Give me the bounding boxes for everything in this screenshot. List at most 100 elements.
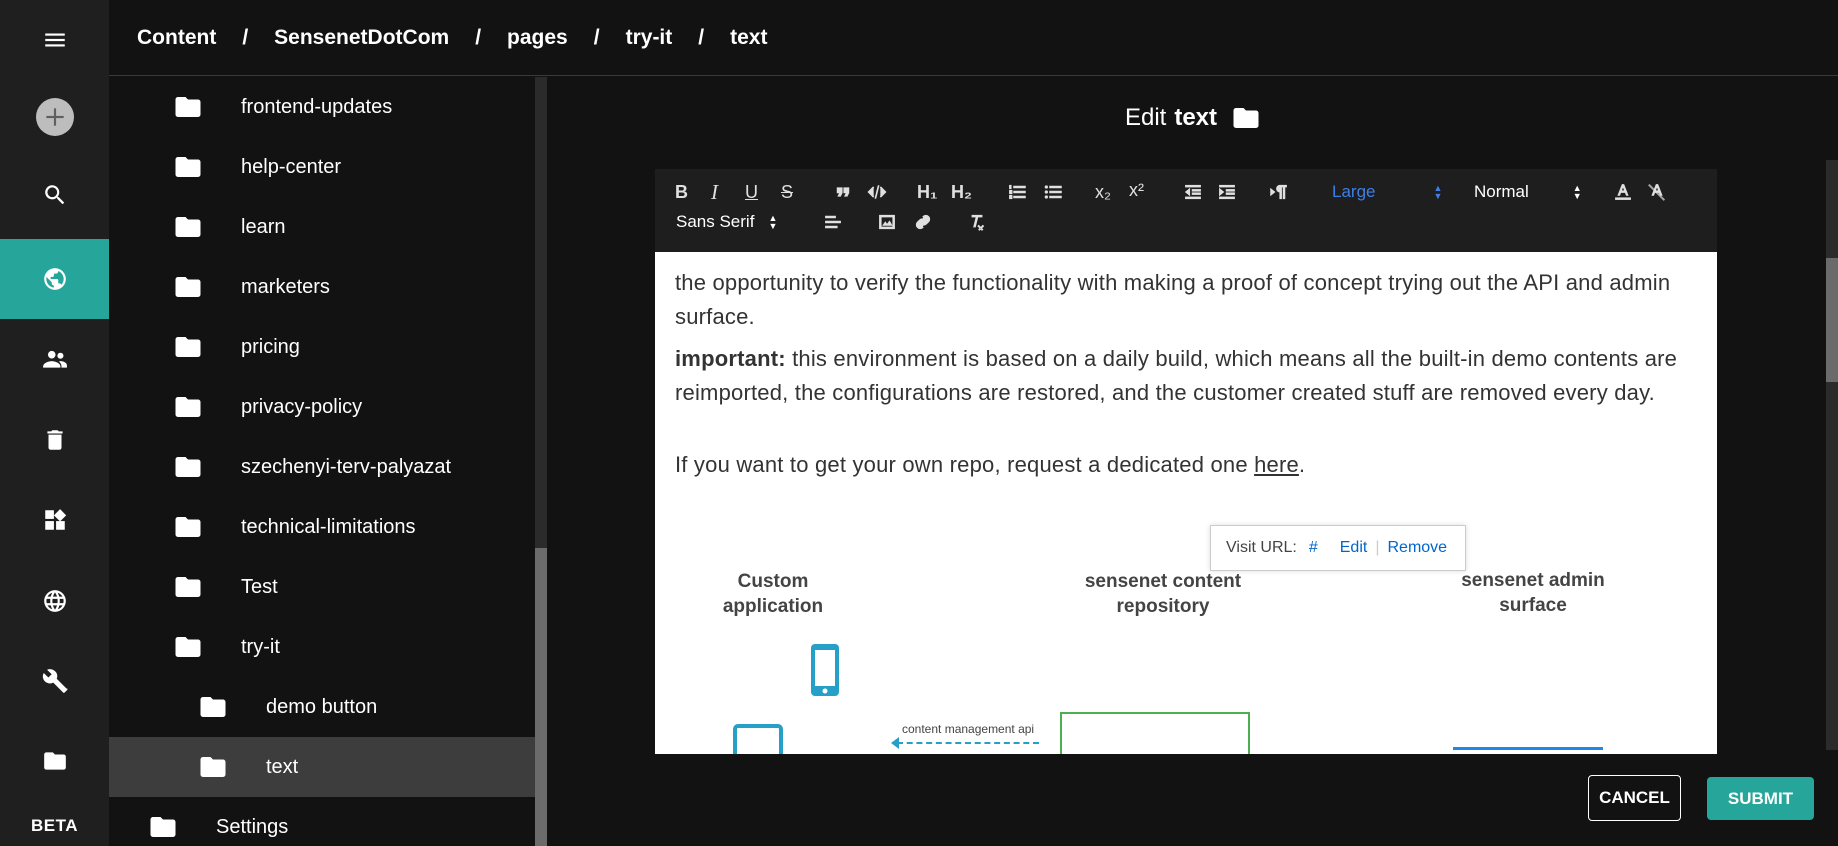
- tree-item[interactable]: demo button: [109, 677, 535, 737]
- here-link[interactable]: here: [1254, 452, 1299, 477]
- tree-item[interactable]: szechenyi-terv-palyazat: [109, 437, 535, 497]
- tree-item-label: help-center: [241, 155, 342, 178]
- users-icon[interactable]: [0, 319, 109, 399]
- font-select[interactable]: Sans Serif ▲ ▼: [676, 209, 777, 235]
- tree-item[interactable]: pricing: [109, 317, 535, 377]
- tree-item-selected[interactable]: text: [109, 737, 535, 797]
- tree-item-label: Settings: [216, 815, 289, 838]
- breadcrumb-item-pages[interactable]: pages: [507, 26, 568, 50]
- dashboard-icon[interactable]: [0, 480, 109, 560]
- remove-link-button[interactable]: Remove: [1387, 531, 1447, 565]
- strikethrough-button[interactable]: S: [781, 179, 793, 205]
- size-select-value: Large: [1332, 182, 1376, 201]
- tree-item-label: try-it: [241, 635, 280, 658]
- diagram-label-line: repository: [1116, 596, 1210, 617]
- folder-icon: [175, 577, 201, 597]
- tree-item-label: marketers: [241, 275, 330, 298]
- breadcrumb-item-content[interactable]: Content: [137, 26, 216, 50]
- repo-text: If you want to get your own repo, reques…: [675, 452, 1255, 477]
- diagram-connector: [897, 742, 1039, 744]
- folder-icon: [175, 277, 201, 297]
- diagram-label-custom-app: Custom application: [722, 571, 824, 617]
- title-prefix: Edit: [1124, 104, 1167, 131]
- folder-icon: [1233, 108, 1259, 128]
- globe-filled-icon[interactable]: [0, 239, 109, 319]
- paragraph-important: important: this environment is based on …: [675, 342, 1695, 410]
- bullet-list-icon[interactable]: [1043, 179, 1063, 205]
- app-root: BETA Content / SensenetDotCom / pages / …: [0, 0, 1838, 846]
- main-scrollbar-thumb[interactable]: [1826, 258, 1838, 382]
- tree-item-label: demo button: [266, 695, 378, 718]
- tree-item[interactable]: marketers: [109, 257, 535, 317]
- folder-icon: [150, 817, 176, 837]
- breadcrumb: Content / SensenetDotCom / pages / try-i…: [109, 0, 1838, 76]
- align-icon[interactable]: [823, 209, 843, 235]
- tree-item-label: pricing: [241, 335, 300, 358]
- divider: |: [1375, 539, 1380, 556]
- title-name: text: [1174, 104, 1218, 131]
- italic-button[interactable]: I: [711, 179, 718, 205]
- breadcrumb-separator: /: [698, 25, 705, 49]
- link-icon[interactable]: [913, 209, 933, 235]
- image-icon[interactable]: [877, 209, 897, 235]
- bold-button[interactable]: B: [675, 179, 688, 205]
- tree-item[interactable]: learn: [109, 197, 535, 257]
- header-select-value: Normal: [1474, 182, 1529, 201]
- breadcrumb-separator: /: [475, 25, 482, 49]
- submit-button[interactable]: SUBMIT: [1707, 777, 1814, 820]
- menu-icon[interactable]: [0, 0, 109, 80]
- font-select-value: Sans Serif: [676, 212, 755, 231]
- tree-item[interactable]: Settings: [109, 797, 535, 846]
- text-direction-icon[interactable]: [1269, 179, 1289, 205]
- background-color-icon[interactable]: [1647, 179, 1667, 205]
- folder-open-icon: [175, 637, 201, 657]
- code-block-icon[interactable]: [867, 179, 887, 205]
- editor-content[interactable]: the opportunity to verify the functional…: [655, 252, 1717, 754]
- tree-item[interactable]: privacy-policy: [109, 377, 535, 437]
- edit-panel: Edit text B I U S H₁ H₂ x₂ x² Large ▲ ▼ …: [548, 77, 1838, 846]
- breadcrumb-item-text[interactable]: text: [730, 26, 767, 50]
- chevron-updown-icon: ▲ ▼: [1572, 183, 1582, 201]
- tree-item[interactable]: frontend-updates: [109, 77, 535, 137]
- tablet-icon: [733, 724, 783, 754]
- visit-url-link[interactable]: #: [1309, 531, 1318, 565]
- subscript-button[interactable]: x₂: [1095, 179, 1111, 205]
- search-icon[interactable]: [0, 155, 109, 235]
- main-scrollbar[interactable]: [1826, 160, 1838, 750]
- wrench-icon[interactable]: [0, 641, 109, 721]
- add-icon[interactable]: [0, 77, 109, 157]
- header2-button[interactable]: H₂: [951, 179, 972, 205]
- paragraph-intro: the opportunity to verify the functional…: [675, 270, 1671, 329]
- globe-outline-icon[interactable]: [0, 561, 109, 641]
- blockquote-icon[interactable]: [833, 179, 853, 205]
- indent-icon[interactable]: [1217, 179, 1237, 205]
- tree-item-label: szechenyi-terv-palyazat: [241, 455, 452, 478]
- visit-url-label: Visit URL:: [1226, 539, 1297, 556]
- tree-item[interactable]: Test: [109, 557, 535, 617]
- edit-link-button[interactable]: Edit: [1340, 531, 1368, 565]
- important-text: this environment is based on a daily bui…: [675, 346, 1678, 405]
- diagram-label-admin: sensenet admin surface: [1433, 568, 1633, 618]
- clear-format-icon[interactable]: [967, 209, 987, 235]
- tree-scrollbar-thumb[interactable]: [535, 548, 547, 846]
- header-select[interactable]: Normal ▲ ▼: [1474, 179, 1582, 205]
- trash-icon[interactable]: [0, 400, 109, 480]
- breadcrumb-item-sensenetdotcom[interactable]: SensenetDotCom: [274, 26, 449, 50]
- underline-button[interactable]: U: [745, 179, 758, 205]
- folder-icon[interactable]: [0, 721, 109, 801]
- text-color-icon[interactable]: [1613, 179, 1633, 205]
- tree-item[interactable]: try-it: [109, 617, 535, 677]
- folder-icon: [175, 217, 201, 237]
- ordered-list-icon[interactable]: [1007, 179, 1027, 205]
- cancel-button[interactable]: CANCEL: [1588, 775, 1681, 821]
- header1-button[interactable]: H₁: [917, 179, 937, 205]
- folder-icon: [175, 517, 201, 537]
- tree-item[interactable]: technical-limitations: [109, 497, 535, 557]
- outdent-icon[interactable]: [1183, 179, 1203, 205]
- tree-item[interactable]: help-center: [109, 137, 535, 197]
- superscript-button[interactable]: x²: [1129, 177, 1144, 203]
- breadcrumb-item-try-it[interactable]: try-it: [626, 26, 673, 50]
- folder-icon: [175, 157, 201, 177]
- tree-item-label: technical-limitations: [241, 515, 416, 538]
- size-select[interactable]: Large ▲ ▼: [1332, 179, 1442, 205]
